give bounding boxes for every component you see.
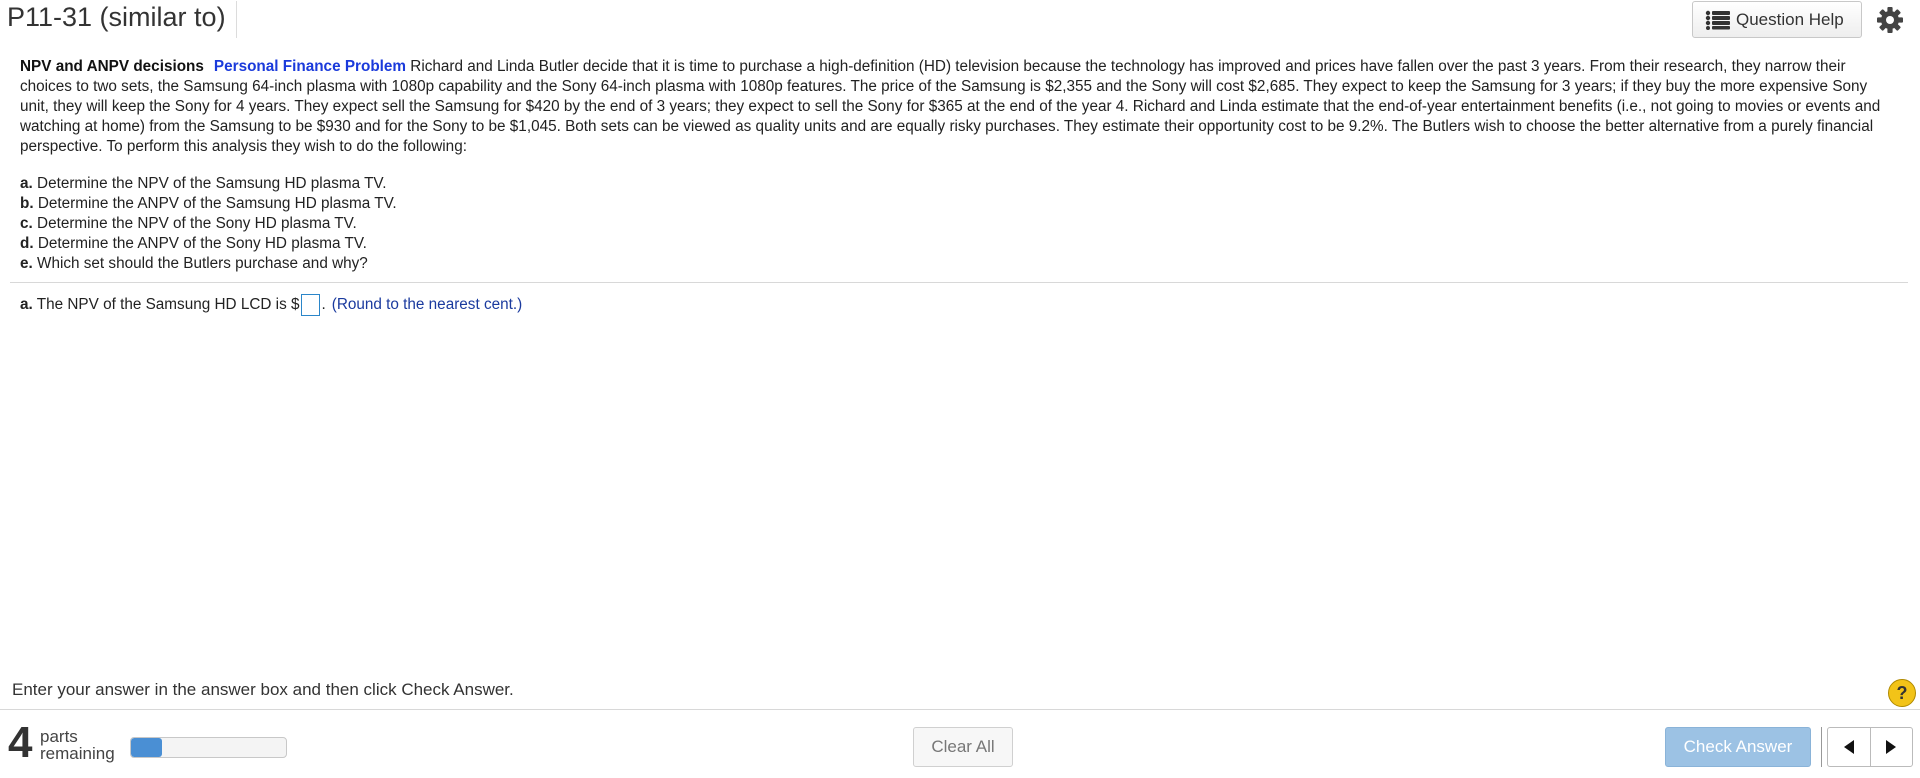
rounding-hint: (Round to the nearest cent.) (331, 296, 523, 313)
list-item: e. Which set should the Butlers purchase… (20, 254, 397, 274)
part-letter: c. (20, 215, 33, 232)
part-letter: e. (20, 255, 33, 272)
instructions-text: Enter your answer in the answer box and … (12, 680, 514, 699)
help-icon[interactable]: ? (1888, 679, 1916, 707)
question-help-button[interactable]: Question Help (1692, 1, 1862, 38)
question-help-label: Question Help (1736, 9, 1844, 29)
question-nav (1827, 727, 1913, 767)
parts-word: parts (40, 727, 78, 746)
list-item: b. Determine the ANPV of the Samsung HD … (20, 194, 397, 214)
clear-all-button[interactable]: Clear All (913, 727, 1013, 767)
part-text: Determine the ANPV of the Samsung HD pla… (37, 195, 397, 212)
part-letter: a. (20, 175, 33, 192)
list-item: a. Determine the NPV of the Samsung HD p… (20, 174, 397, 194)
parts-remaining-label: parts remaining (40, 728, 115, 762)
triangle-left-icon (1843, 740, 1854, 754)
progress-fill (131, 738, 162, 757)
next-button[interactable] (1869, 728, 1913, 766)
list-item: c. Determine the NPV of the Sony HD plas… (20, 214, 397, 234)
footer-divider (0, 709, 1920, 710)
part-text: Determine the ANPV of the Sony HD plasma… (37, 235, 367, 252)
section-divider (10, 282, 1908, 283)
question-title: P11-31 (similar to) (7, 2, 226, 32)
problem-lead: NPV and ANPV decisions (20, 58, 204, 75)
header-bar: P11-31 (similar to) Question Help (0, 0, 1920, 40)
answer-row: a. The NPV of the Samsung HD LCD is $ . … (20, 294, 522, 316)
progress-bar (130, 737, 287, 758)
part-text: Which set should the Butlers purchase an… (37, 255, 368, 272)
remaining-word: remaining (40, 744, 115, 763)
part-letter: d. (20, 235, 34, 252)
part-text: Determine the NPV of the Samsung HD plas… (37, 175, 387, 192)
answer-part-letter: a. (20, 296, 33, 313)
title-divider (236, 1, 237, 38)
problem-category: Personal Finance Problem (213, 58, 407, 75)
answer-suffix: . (321, 296, 326, 313)
gear-icon[interactable] (1876, 6, 1904, 34)
check-answer-button[interactable]: Check Answer (1665, 727, 1811, 767)
answer-input[interactable] (301, 294, 321, 316)
nav-divider (1821, 727, 1822, 767)
parts-list: a. Determine the NPV of the Samsung HD p… (20, 174, 397, 274)
problem-statement: NPV and ANPV decisions Personal Finance P… (20, 57, 1900, 157)
list-icon (1705, 10, 1730, 30)
parts-remaining-count: 4 (8, 718, 33, 767)
part-text: Determine the NPV of the Sony HD plasma … (37, 215, 357, 232)
part-letter: b. (20, 195, 34, 212)
list-item: d. Determine the ANPV of the Sony HD pla… (20, 234, 397, 254)
previous-button[interactable] (1828, 728, 1870, 766)
answer-prompt: The NPV of the Samsung HD LCD is $ (36, 296, 300, 313)
triangle-right-icon (1886, 740, 1897, 754)
